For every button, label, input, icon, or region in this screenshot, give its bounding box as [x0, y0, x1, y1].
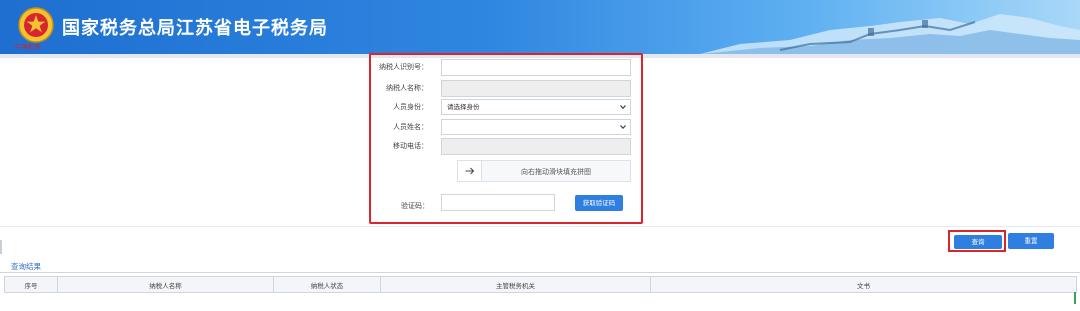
taxpayer-name-row: 纳税人名称：	[371, 80, 641, 98]
tax-emblem-icon	[18, 7, 54, 43]
identity-label: 人员身份：	[393, 103, 428, 111]
slider-instruction: 向右拖动滑块填充拼图	[521, 168, 591, 176]
slider-handle[interactable]	[458, 161, 482, 181]
query-button-highlight: 查询	[948, 230, 1006, 252]
taxpayer-id-row: 纳税人识别号：	[371, 59, 641, 77]
scrollbar-indicator[interactable]	[1074, 292, 1076, 304]
mobile-row: 移动电话：	[371, 138, 641, 156]
query-button[interactable]: 查询	[954, 235, 1002, 249]
identity-select[interactable]: 请选择身份	[441, 99, 631, 115]
captcha-input[interactable]	[441, 194, 555, 211]
taxpayer-id-input[interactable]	[441, 59, 631, 76]
taxpayer-id-label: 纳税人识别号：	[379, 63, 428, 71]
emblem-caption: 中国税务	[15, 44, 42, 51]
results-header-row: 序号 纳税人名称 纳税人状态 主管税务机关 文书	[4, 276, 1077, 293]
mobile-input	[441, 138, 631, 155]
section-divider	[0, 226, 1080, 227]
col-header-tax-authority: 主管税务机关	[380, 276, 651, 293]
person-name-row: 人员姓名：	[371, 119, 641, 137]
results-title: 查询结果	[11, 262, 41, 271]
col-header-document: 文书	[650, 276, 1077, 293]
query-form: 纳税人识别号： 纳税人名称： 人员身份： 请选择身份 人员姓名： 移动电话： 向…	[369, 53, 643, 224]
col-header-taxpayer-name: 纳税人名称	[57, 276, 274, 293]
arrow-right-icon	[465, 167, 474, 175]
taxpayer-name-label: 纳税人名称：	[386, 84, 428, 92]
results-divider	[0, 272, 1080, 273]
header-banner: 中国税务 国家税务总局江苏省电子税务局	[0, 0, 1080, 54]
person-name-label: 人员姓名：	[393, 123, 428, 131]
person-name-select[interactable]	[441, 119, 631, 135]
great-wall-graphic	[700, 14, 1080, 54]
col-header-index: 序号	[4, 276, 58, 293]
get-code-button[interactable]: 获取验证码	[575, 195, 623, 211]
reset-button[interactable]: 重置	[1008, 233, 1054, 249]
results-table: 序号 纳税人名称 纳税人状态 主管税务机关 文书	[4, 276, 1077, 293]
left-edge-marker	[0, 240, 2, 254]
site-title: 国家税务总局江苏省电子税务局	[62, 18, 328, 39]
identity-row: 人员身份： 请选择身份	[371, 99, 641, 117]
mobile-label: 移动电话：	[393, 142, 428, 150]
chevron-down-icon	[620, 125, 626, 130]
taxpayer-name-input	[441, 80, 631, 97]
chevron-down-icon	[620, 105, 626, 110]
slider-captcha: 向右拖动滑块填充拼图	[457, 160, 631, 182]
identity-selected-value: 请选择身份	[447, 103, 480, 111]
captcha-label: 验证码：	[401, 202, 429, 210]
col-header-taxpayer-status: 纳税人状态	[273, 276, 381, 293]
